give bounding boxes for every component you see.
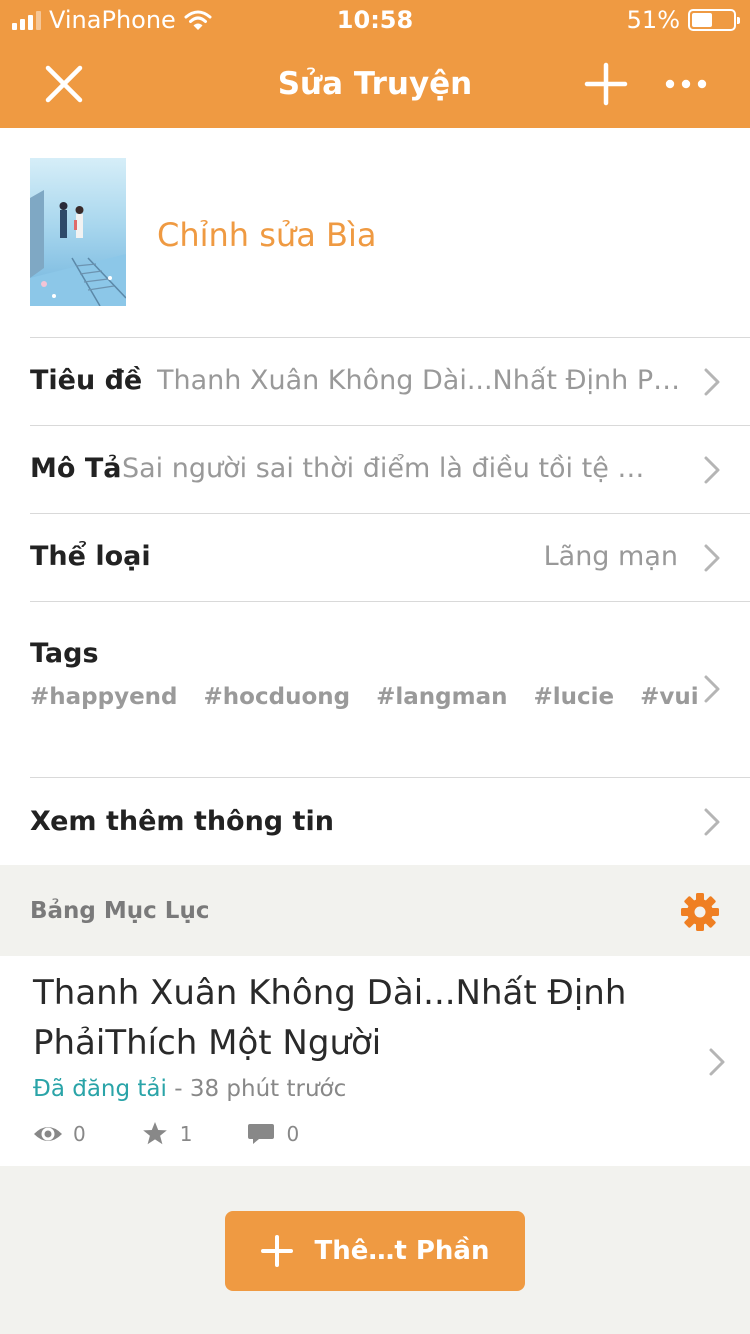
description-row[interactable]: Mô Tả Sai người sai thời điểm là điều tồ… — [30, 425, 750, 513]
description-label: Mô Tả — [30, 453, 122, 484]
tag-list: #happyend #hocduong #langman #lucie #vui — [30, 684, 699, 710]
chevron-right-icon — [709, 1048, 725, 1076]
tags-row[interactable]: Tags #happyend #hocduong #langman #lucie… — [30, 601, 750, 777]
chevron-right-icon — [704, 675, 720, 703]
status-bar: VinaPhone 10:58 51% — [0, 0, 750, 40]
views-stat: 0 — [33, 1122, 86, 1146]
votes-count: 1 — [179, 1122, 193, 1146]
tag-item: #vui — [640, 684, 699, 710]
chevron-right-icon — [704, 368, 720, 396]
battery-level — [692, 13, 713, 27]
add-part-label: Thê…t Phần — [314, 1236, 490, 1266]
more-info-row[interactable]: Xem thêm thông tin — [30, 777, 750, 865]
chevron-right-icon — [704, 456, 720, 484]
toc-header: Bảng Mục Lục — [0, 865, 750, 956]
toc-title: Bảng Mục Lục — [30, 898, 210, 924]
genre-value: Lãng mạn — [543, 541, 678, 572]
tag-item: #happyend — [30, 684, 178, 710]
title-label: Tiêu đề — [30, 365, 143, 396]
nav-bar: Sửa Truyện — [0, 40, 750, 128]
views-count: 0 — [73, 1122, 86, 1146]
add-icon[interactable] — [584, 62, 628, 106]
plus-icon — [260, 1235, 293, 1267]
more-icon[interactable] — [664, 74, 708, 94]
star-icon — [142, 1122, 167, 1145]
genre-label: Thể loại — [30, 541, 151, 572]
comments-count: 0 — [286, 1122, 300, 1146]
story-details: Chỉnh sửa Bìa Tiêu đề Thanh Xuân Không D… — [0, 128, 750, 865]
description-value: Sai người sai thời điểm là điều tồi tệ n… — [122, 453, 660, 484]
comment-icon — [248, 1124, 275, 1144]
tag-item: #lucie — [533, 684, 615, 710]
more-info-label: Xem thêm thông tin — [30, 806, 334, 837]
part-stats: 0 1 0 — [33, 1122, 353, 1146]
eye-icon — [34, 1127, 62, 1141]
published-status: Đã đăng tải — [33, 1076, 167, 1102]
edit-cover-link[interactable]: Chỉnh sửa Bìa — [157, 216, 376, 254]
chevron-right-icon — [704, 808, 720, 836]
title-value: Thanh Xuân Không Dài...Nhất Định Phải Th… — [157, 365, 681, 396]
part-item[interactable]: Thanh Xuân Không Dài...Nhất Định PhảiThí… — [0, 956, 750, 1166]
genre-row[interactable]: Thể loại Lãng mạn — [30, 513, 750, 601]
battery-percent: 51% — [626, 6, 680, 34]
gear-icon[interactable] — [680, 892, 720, 932]
part-time: - 38 phút trước — [174, 1076, 347, 1102]
cover-image[interactable] — [30, 158, 126, 306]
votes-stat: 1 — [140, 1122, 193, 1146]
tag-item: #langman — [376, 684, 508, 710]
add-part-button[interactable]: Thê…t Phần — [225, 1211, 525, 1291]
battery-icon — [688, 9, 740, 31]
tags-label: Tags — [30, 638, 99, 669]
chevron-right-icon — [704, 544, 720, 572]
comments-stat: 0 — [246, 1122, 299, 1146]
part-title: Thanh Xuân Không Dài...Nhất Định PhảiThí… — [33, 973, 627, 1063]
part-status: Đã đăng tải - 38 phút trước — [33, 1076, 346, 1102]
page-title: Sửa Truyện — [277, 66, 473, 102]
tag-item: #hocduong — [203, 684, 351, 710]
battery-info: 51% — [626, 6, 740, 34]
title-row[interactable]: Tiêu đề Thanh Xuân Không Dài...Nhất Định… — [30, 337, 750, 425]
